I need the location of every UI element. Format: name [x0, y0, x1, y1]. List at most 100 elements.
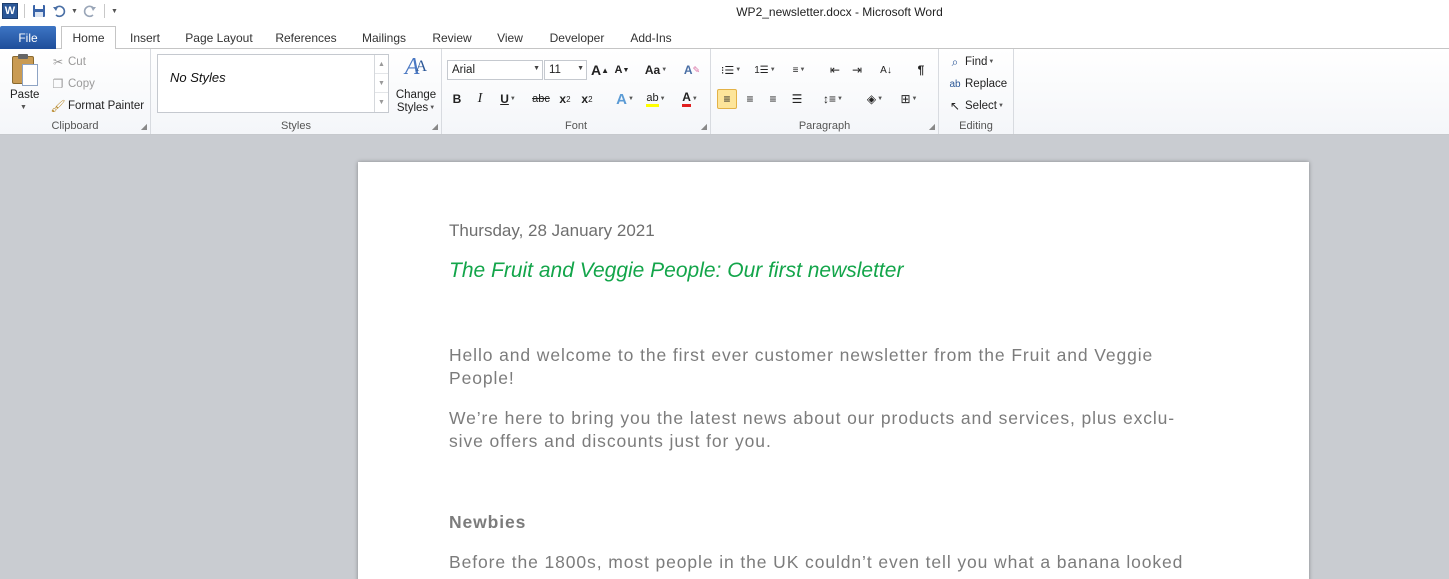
tab-mailings[interactable]: Mailings: [352, 27, 416, 49]
paste-button[interactable]: Paste: [10, 89, 39, 101]
styles-group: No Styles ▲ ▼ ▼ AA Change Styles ▼ Styles…: [151, 49, 442, 134]
find-button[interactable]: ⌕ Find ▼: [947, 54, 995, 70]
increase-indent-icon[interactable]: ⇥: [847, 60, 867, 80]
clipboard-group-label: Clipboard: [51, 120, 99, 132]
styles-gallery[interactable]: No Styles ▲ ▼ ▼: [157, 54, 389, 113]
paragraph-line: Before the 1800s, most people in the UK …: [449, 552, 1184, 572]
tab-add-ins[interactable]: Add-Ins: [622, 27, 680, 49]
text-effects-icon[interactable]: A ▼: [612, 89, 638, 109]
paragraph-group: ⁝☰ ▼ 1☰ ▼ ≡ ▼ ⇤ ⇥ A↓ ¶ ≡ ≡ ≡ ☰ ↕≡ ▼ ◈ ▼ ⊞ ▼ Pa…: [711, 49, 939, 134]
change-styles-button[interactable]: Styles ▼: [395, 102, 437, 114]
scissors-icon: ✂: [52, 55, 64, 69]
tab-view[interactable]: View: [488, 27, 532, 49]
paste-icon[interactable]: [10, 54, 40, 88]
tab-developer[interactable]: Developer: [541, 27, 613, 49]
paintbrush-icon: 🖌: [50, 99, 66, 113]
clear-formatting-icon[interactable]: A ✎: [682, 60, 702, 80]
shrink-font-icon[interactable]: A ▼: [612, 60, 632, 80]
strikethrough-icon[interactable]: abc: [529, 89, 553, 109]
font-name-dropdown-icon[interactable]: ▼: [533, 65, 540, 72]
shading-icon[interactable]: ◈ ▼: [861, 89, 889, 109]
replace-icon: ab: [949, 78, 961, 90]
bold-icon[interactable]: B: [447, 89, 467, 109]
paragraph-line: We’re here to bring you the latest news …: [449, 408, 1176, 428]
align-right-icon[interactable]: ≡: [763, 89, 783, 109]
line-spacing-icon[interactable]: ↕≡ ▼: [819, 89, 847, 109]
italic-icon[interactable]: I: [470, 89, 490, 109]
paragraph-welcome: Hello and welcome to the first ever cust…: [449, 344, 1219, 390]
change-styles-line1[interactable]: Change: [395, 89, 437, 101]
section-heading: Newbies: [449, 512, 527, 532]
change-case-icon[interactable]: Aa ▼: [642, 60, 670, 80]
font-color-icon[interactable]: A ▼: [676, 89, 704, 109]
format-painter-button[interactable]: 🖌 Format Painter: [50, 98, 144, 114]
superscript-icon[interactable]: x2: [577, 89, 597, 109]
select-label: Select: [965, 100, 997, 112]
copy-label: Copy: [68, 78, 95, 90]
font-size-combo[interactable]: 11 ▼: [544, 60, 587, 80]
numbering-icon[interactable]: 1☰ ▼: [751, 60, 779, 80]
format-painter-label: Format Painter: [68, 100, 145, 112]
title-bar: W ▼ ▼ WP2_newsletter.docx - Microsoft Wo…: [0, 0, 1449, 25]
highlight-icon[interactable]: ab ▼: [642, 89, 670, 109]
tab-insert[interactable]: Insert: [122, 27, 168, 49]
cut-label: Cut: [68, 56, 86, 68]
tab-page-layout[interactable]: Page Layout: [178, 27, 260, 49]
align-center-icon[interactable]: ≡: [740, 89, 760, 109]
find-dropdown-icon: ▼: [988, 59, 995, 65]
paragraph-line: Hello and welcome to the first ever cust…: [449, 345, 1154, 365]
styles-gallery-scroller: ▲ ▼ ▼: [374, 55, 388, 112]
styles-launcher-icon[interactable]: ◢: [432, 122, 438, 131]
decrease-indent-icon[interactable]: ⇤: [825, 60, 845, 80]
editing-group: ⌕ Find ▼ ab Replace ↖ Select ▼ Editing: [939, 49, 1014, 134]
ribbon-home: Paste ▼ ✂ Cut ❐ Copy 🖌 Format Painter Clipb…: [0, 49, 1449, 135]
document-page[interactable]: Thursday, 28 January 2021 The Fruit and …: [358, 162, 1309, 579]
subscript-icon[interactable]: x2: [555, 89, 575, 109]
font-name-combo[interactable]: Arial ▼: [447, 60, 543, 80]
ribbon-tabs: File Home Insert Page Layout References …: [0, 25, 1449, 50]
clipboard-group: Paste ▼ ✂ Cut ❐ Copy 🖌 Format Painter Clipb…: [0, 49, 151, 134]
editing-group-label: Editing: [959, 120, 993, 132]
cut-button[interactable]: ✂ Cut: [50, 54, 86, 70]
paragraph-line: sive offers and discounts just for you.: [449, 431, 772, 451]
paste-dropdown-icon[interactable]: ▼: [20, 104, 27, 111]
justify-icon[interactable]: ☰: [787, 89, 807, 109]
font-group-label: Font: [564, 120, 587, 132]
cursor-arrow-icon: ↖: [949, 99, 961, 113]
paragraph-line: People!: [449, 368, 515, 388]
replace-button[interactable]: ab Replace: [947, 76, 1007, 92]
gallery-more-icon[interactable]: ▼: [375, 93, 388, 112]
paragraph-intro: We’re here to bring you the latest news …: [449, 407, 1219, 453]
change-styles-line2: Styles: [396, 102, 429, 114]
copy-icon: ❐: [52, 77, 64, 91]
align-left-icon[interactable]: ≡: [717, 89, 737, 109]
font-size-value: 11: [549, 64, 561, 76]
select-button[interactable]: ↖ Select ▼: [947, 98, 1004, 114]
change-styles-dropdown-icon: ▼: [429, 105, 436, 111]
grow-font-icon[interactable]: A ▲: [590, 60, 610, 80]
underline-icon[interactable]: U ▼: [494, 89, 522, 109]
binoculars-icon: ⌕: [951, 54, 959, 69]
sort-icon[interactable]: A↓: [876, 60, 896, 80]
select-dropdown-icon: ▼: [997, 103, 1004, 109]
gallery-up-icon[interactable]: ▲: [375, 55, 388, 74]
show-formatting-icon[interactable]: ¶: [911, 60, 931, 80]
document-area[interactable]: Thursday, 28 January 2021 The Fruit and …: [0, 135, 1449, 579]
paragraph-group-label: Paragraph: [798, 120, 851, 132]
document-headline: The Fruit and Veggie People: Our first n…: [449, 259, 904, 282]
paragraph-bananas: Before the 1800s, most people in the UK …: [449, 551, 1219, 574]
clipboard-launcher-icon[interactable]: ◢: [141, 122, 147, 131]
paragraph-launcher-icon[interactable]: ◢: [929, 122, 935, 131]
tab-home[interactable]: Home: [61, 26, 116, 50]
borders-icon[interactable]: ⊞ ▼: [895, 89, 923, 109]
tab-file[interactable]: File: [0, 26, 56, 49]
font-launcher-icon[interactable]: ◢: [701, 122, 707, 131]
copy-button[interactable]: ❐ Copy: [50, 76, 95, 92]
tab-references[interactable]: References: [268, 27, 344, 49]
tab-review[interactable]: Review: [424, 27, 480, 49]
gallery-down-icon[interactable]: ▼: [375, 74, 388, 93]
change-styles-icon[interactable]: AA: [396, 54, 436, 80]
bullets-icon[interactable]: ⁝☰ ▼: [717, 60, 745, 80]
multilevel-list-icon[interactable]: ≡ ▼: [785, 60, 813, 80]
font-size-dropdown-icon[interactable]: ▼: [577, 65, 584, 72]
